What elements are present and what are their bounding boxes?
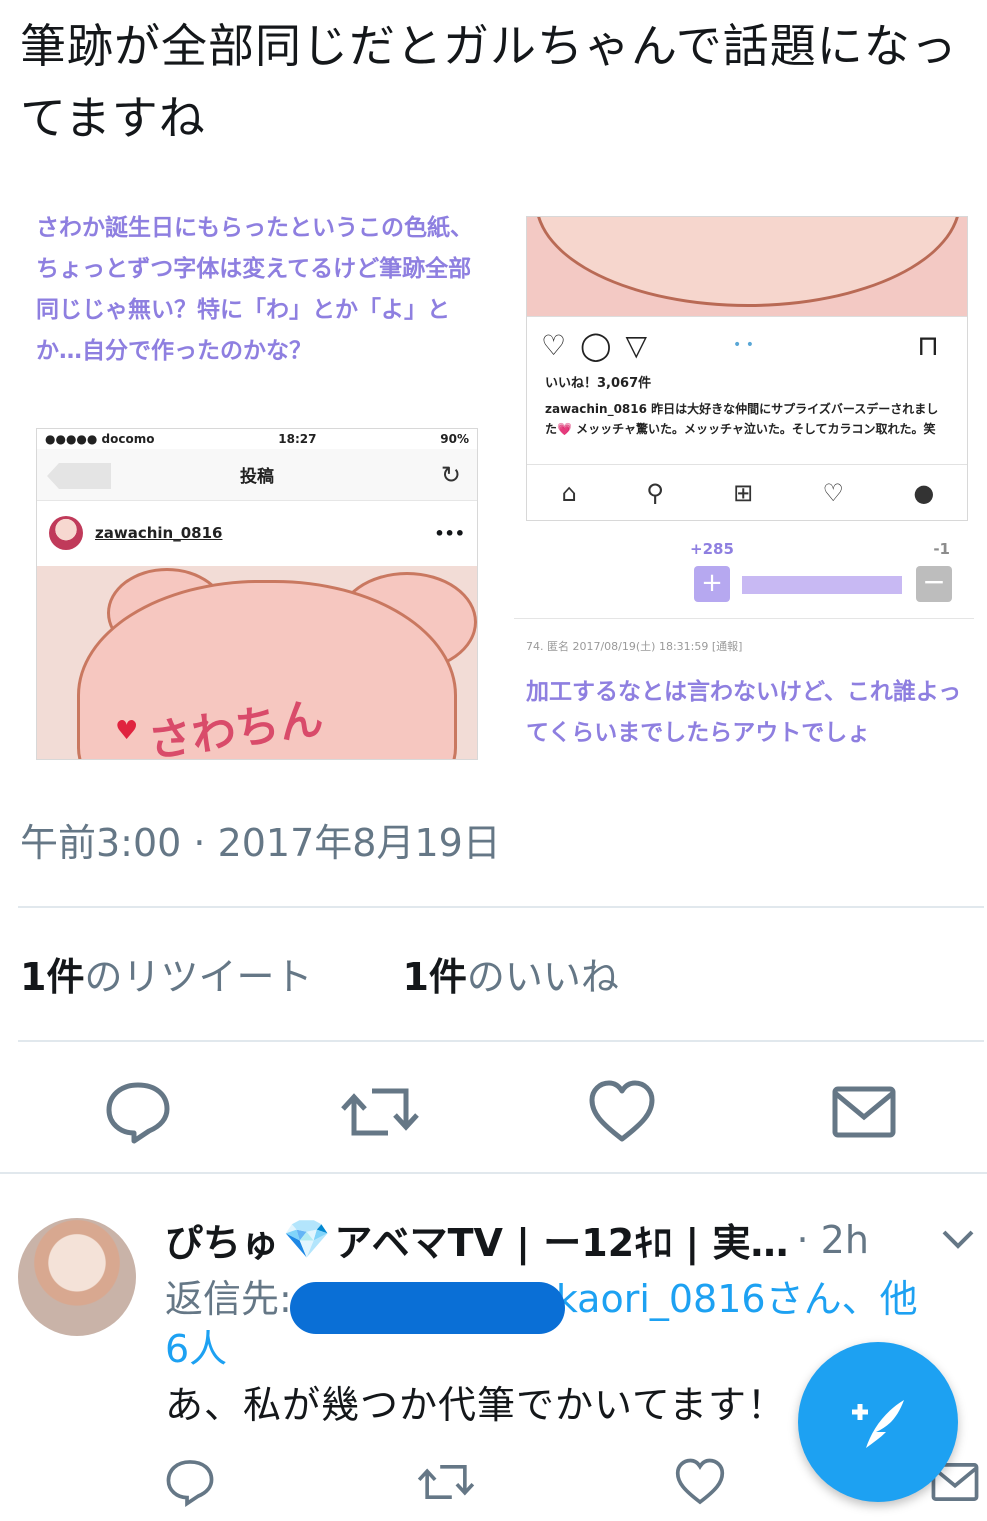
reply-to-handle[interactable]: @kaori_0816さん	[518, 1277, 842, 1321]
post-photo: ♥ さわちん	[37, 566, 477, 759]
gal-comment-left: さわか誕生日にもらったというこの色紙、ちょっとずつ字体は変えてるけど筆跡全部同じ…	[36, 215, 473, 364]
insta-heart-icon: ♡	[822, 478, 845, 507]
divider	[18, 1040, 984, 1042]
retweet-icon	[341, 1088, 419, 1136]
insta-search-icon: ⚲	[646, 478, 664, 507]
reply-time: · 2h	[796, 1217, 869, 1262]
retweet-label: のリツイート	[84, 955, 313, 999]
reply-name-suffix: アベマTV | ー12ｷﾛ | 実…	[334, 1221, 789, 1265]
reply-header: ぴちゅ 💎 アベマTV | ー12ｷﾛ | 実… · 2h	[165, 1212, 869, 1267]
insta-send-icon: ▽	[625, 328, 647, 362]
like-stat[interactable]: 1件のいいね	[402, 946, 618, 1001]
like-count: 1件	[402, 955, 467, 999]
tweet-text: 筆跡が全部同じだとガルちゃんで話題になってますね	[20, 19, 958, 145]
insta-home-icon: ⌂	[561, 478, 577, 507]
more-icon: •••	[434, 523, 465, 543]
comment-meta: 74. 匿名 2017/08/19(土) 18:31:59 [通報]	[526, 640, 743, 653]
reply-text: あ、私が幾つか代筆でかいてます！	[165, 1383, 786, 1427]
avatar[interactable]	[18, 1218, 136, 1336]
retweet-stat[interactable]: 1件のリツイート	[20, 946, 312, 1001]
phone-nav-bar: 投稿 ↻	[37, 449, 477, 501]
reply-icon	[106, 1082, 170, 1144]
like-label: のいいね	[466, 955, 619, 999]
tweet-attached-image[interactable]: さわか誕生日にもらったというこの色紙、ちょっとずつ字体は変えてるけど筆跡全部同じ…	[0, 200, 987, 780]
diamond-icon: 💎	[283, 1217, 331, 1261]
phone-status-bar: ●●●●● docomo 18:27 90%	[37, 429, 477, 449]
insta-photo	[527, 217, 967, 317]
insta-comment-icon: ◯	[580, 328, 612, 362]
tweet-action-bar	[0, 1070, 987, 1154]
chevron-down-icon[interactable]	[938, 1220, 978, 1260]
vote-widget: +285 -1 + −	[690, 538, 960, 608]
share-button[interactable]	[824, 1070, 904, 1154]
like-icon	[675, 1458, 725, 1505]
carousel-dots-icon: • •	[733, 337, 754, 353]
instagram-caption-screenshot: ♡ ◯ ▽ • • ⊓ いいね！3,067件 zawachin_0816 昨日は…	[526, 216, 968, 521]
insta-caption: zawachin_0816 昨日は大好きな仲間にサプライズバースデーされました💗…	[527, 395, 967, 439]
back-icon	[47, 463, 111, 489]
insta-bookmark-icon: ⊓	[917, 328, 939, 362]
share-icon	[832, 1086, 896, 1138]
like-icon	[589, 1080, 655, 1142]
post-user-row: zawachin_0816 •••	[37, 501, 477, 565]
insta-like-icon: ♡	[541, 328, 567, 362]
reply-like-button[interactable]	[670, 1452, 730, 1512]
status-time: 18:27	[278, 432, 317, 446]
instagram-post-screenshot: ●●●●● docomo 18:27 90% 投稿 ↻ zawachin_081…	[36, 428, 478, 760]
vote-plus-count: +285	[690, 540, 734, 558]
insta-card	[535, 217, 961, 307]
reply-retweet-button[interactable]	[416, 1452, 476, 1512]
vote-ratio-bar	[742, 576, 902, 594]
compose-tweet-button[interactable]	[798, 1342, 958, 1502]
comment-divider	[514, 618, 974, 619]
like-button[interactable]	[582, 1070, 662, 1154]
insta-add-icon: ⊞	[733, 478, 754, 507]
reply-to-prefix: 返信先:	[165, 1277, 292, 1321]
reply-reply-button[interactable]	[160, 1452, 220, 1512]
post-avatar	[49, 516, 83, 550]
vote-minus-count: -1	[933, 540, 950, 558]
insta-likes: いいね！3,067件	[545, 376, 652, 391]
reply-display-name[interactable]: ぴちゅ	[165, 1212, 279, 1267]
retweet-button[interactable]	[340, 1070, 420, 1154]
gal-comment-right: 加工するなとは言わないけど、これ誰よってくらいまでしたらアウトでしょ	[526, 679, 962, 746]
compose-tweet-icon	[852, 1400, 904, 1448]
nav-title: 投稿	[240, 467, 274, 487]
tweet-stats: 1件のリツイート 1件のいいね	[20, 946, 709, 1001]
vote-minus-icon: −	[916, 566, 952, 602]
insta-tab-bar: ⌂ ⚲ ⊞ ♡ ●	[527, 464, 967, 520]
reply-button[interactable]	[98, 1070, 178, 1154]
divider	[18, 906, 984, 908]
retweet-icon	[417, 1464, 475, 1500]
redaction-mark	[290, 1282, 565, 1334]
reply-icon	[166, 1460, 214, 1508]
insta-action-row: ♡ ◯ ▽ • • ⊓	[527, 317, 967, 373]
post-username: zawachin_0816	[95, 524, 223, 542]
heart-drawing: ♥	[115, 716, 139, 746]
insta-profile-icon: ●	[913, 478, 935, 507]
refresh-icon: ↻	[440, 461, 461, 489]
battery-label: 90%	[440, 432, 469, 446]
carrier-label: ●●●●● docomo	[45, 432, 155, 446]
tweet-timestamp[interactable]: 午前3:00 · 2017年8月19日	[20, 812, 501, 867]
divider	[0, 1172, 987, 1174]
retweet-count: 1件	[20, 955, 85, 999]
insta-caption-user: zawachin_0816	[545, 402, 647, 416]
vote-plus-icon: +	[694, 566, 730, 602]
